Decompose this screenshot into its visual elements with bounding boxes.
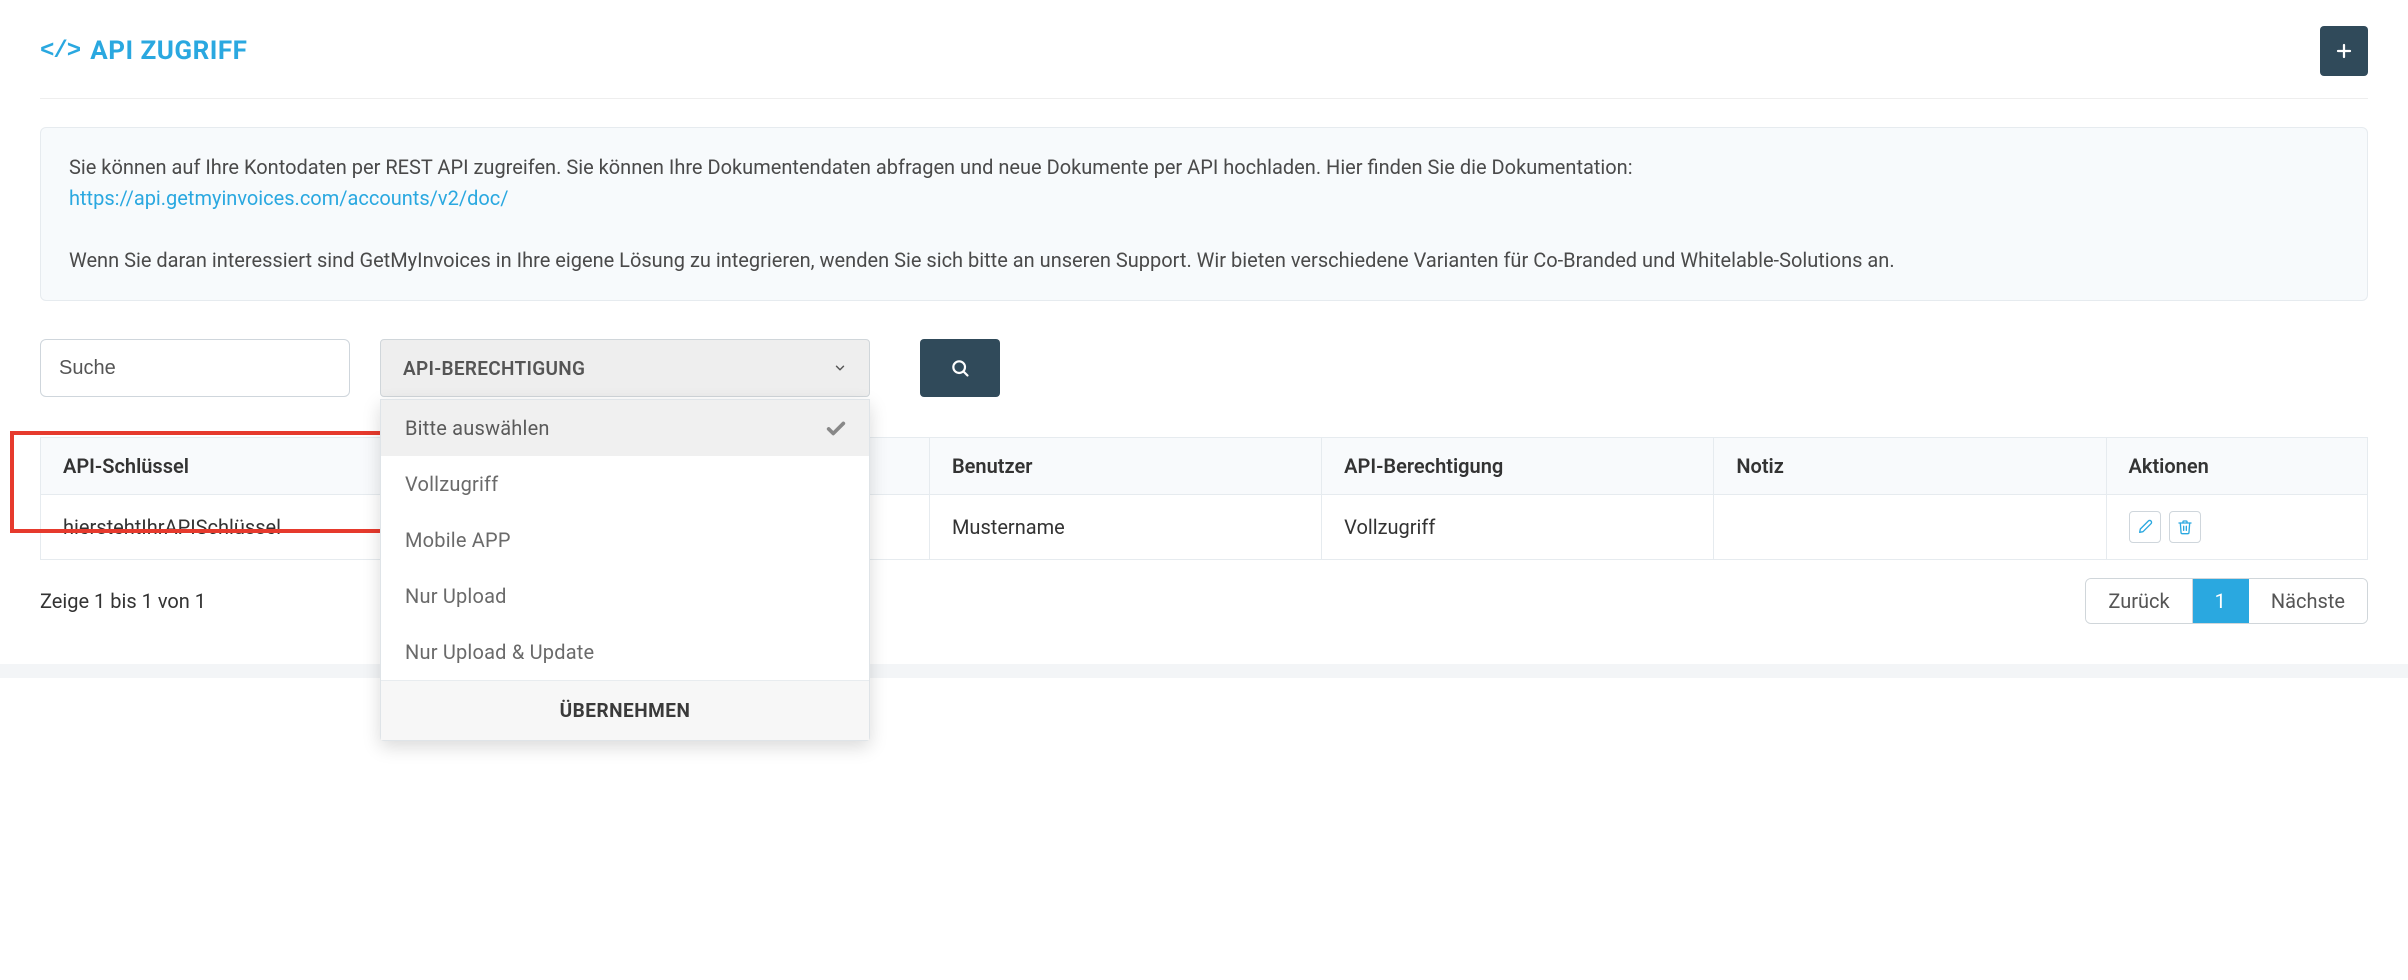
dropdown-option-mobile-app[interactable]: Mobile APP [381, 512, 869, 568]
dropdown-label: API-BERECHTIGUNG [403, 357, 585, 380]
trash-icon [2177, 519, 2193, 535]
cell-note [1714, 495, 2106, 560]
check-icon [825, 417, 847, 439]
permission-dropdown-menu: Bitte auswählen Vollzugriff Mobile APP N… [380, 399, 870, 741]
permission-dropdown[interactable]: API-BERECHTIGUNG [380, 339, 870, 397]
delete-button[interactable] [2169, 511, 2201, 543]
table-summary: Zeige 1 bis 1 von 1 [40, 589, 206, 613]
dropdown-option-label: Mobile APP [405, 528, 511, 552]
info-text-2: Wenn Sie daran interessiert sind GetMyIn… [69, 248, 1895, 272]
dropdown-option-label: Bitte auswählen [405, 416, 550, 440]
info-panel: Sie können auf Ihre Kontodaten per REST … [40, 127, 2368, 301]
page-title: API ZUGRIFF [90, 36, 247, 66]
chevron-down-icon [833, 361, 847, 375]
dropdown-option-upload-update[interactable]: Nur Upload & Update [381, 624, 869, 680]
dropdown-option-label: Nur Upload [405, 584, 507, 608]
pagination-page-1[interactable]: 1 [2193, 579, 2249, 623]
dropdown-option-upload-only[interactable]: Nur Upload [381, 568, 869, 624]
edit-button[interactable] [2129, 511, 2161, 543]
th-user: Benutzer [929, 438, 1321, 495]
search-input[interactable] [40, 339, 350, 397]
th-permission: API-Berechtigung [1322, 438, 1714, 495]
th-actions: Aktionen [2106, 438, 2367, 495]
info-text-1: Sie können auf Ihre Kontodaten per REST … [69, 155, 1633, 179]
header-divider [40, 98, 2368, 99]
pagination: Zurück 1 Nächste [2085, 578, 2368, 624]
documentation-link[interactable]: https://api.getmyinvoices.com/accounts/v… [69, 186, 509, 210]
dropdown-option-label: Vollzugriff [405, 472, 498, 496]
page-title-wrap: </> API ZUGRIFF [40, 36, 247, 66]
edit-icon [2137, 519, 2153, 535]
footer-bar [0, 664, 2408, 678]
plus-icon [2335, 42, 2353, 60]
pagination-next[interactable]: Nächste [2249, 579, 2367, 623]
code-icon: </> [40, 38, 80, 65]
dropdown-option-label: Nur Upload & Update [405, 640, 594, 664]
search-button[interactable] [920, 339, 1000, 397]
search-icon [950, 358, 970, 378]
pagination-prev[interactable]: Zurück [2086, 579, 2192, 623]
dropdown-apply-button[interactable]: ÜBERNEHMEN [381, 680, 869, 740]
add-button[interactable] [2320, 26, 2368, 76]
th-note: Notiz [1714, 438, 2106, 495]
cell-user: Mustername [929, 495, 1321, 560]
cell-actions [2106, 495, 2367, 560]
cell-permission: Vollzugriff [1322, 495, 1714, 560]
dropdown-option-full-access[interactable]: Vollzugriff [381, 456, 869, 512]
dropdown-option-placeholder[interactable]: Bitte auswählen [381, 400, 869, 456]
